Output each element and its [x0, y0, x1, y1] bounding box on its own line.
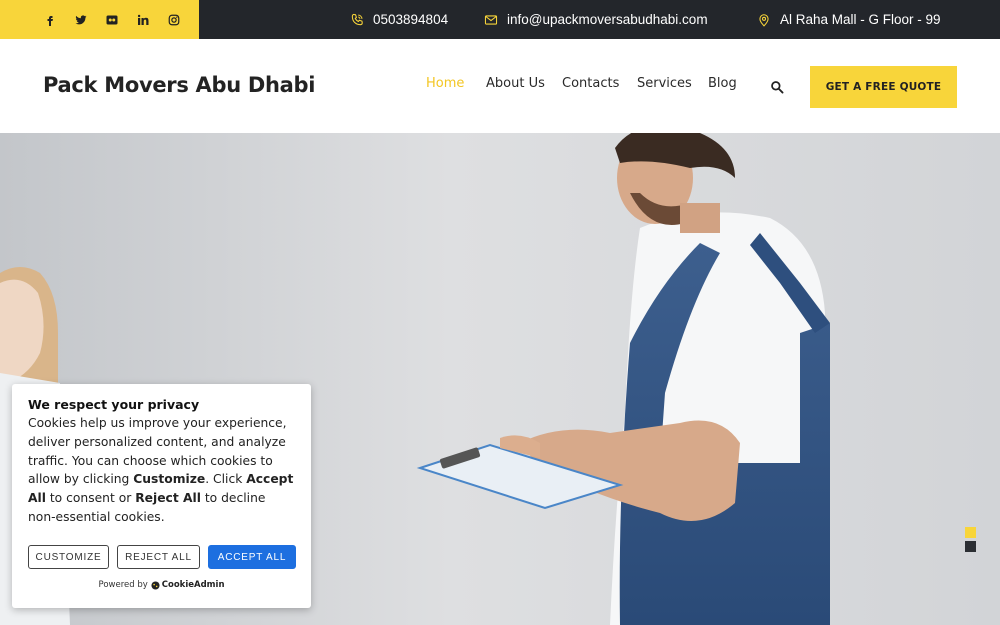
nav-home[interactable]: Home: [426, 76, 464, 91]
brand-name: CookieAdmin: [161, 580, 225, 590]
get-quote-button[interactable]: GET A FREE QUOTE: [810, 66, 957, 108]
social-links: [0, 0, 199, 39]
site-header: Pack Movers Abu Dhabi Home About Us Cont…: [0, 39, 1000, 133]
address-text: Al Raha Mall - G Floor - 99: [780, 12, 941, 27]
facebook-icon[interactable]: [44, 0, 75, 39]
nav-blog[interactable]: Blog: [708, 76, 737, 91]
cookie-text-bold: Reject All: [135, 491, 201, 506]
cookie-buttons: CUSTOMIZE REJECT ALL ACCEPT ALL: [28, 545, 296, 569]
top-bar: 0503894804 info@upackmoversabudhabi.com …: [0, 0, 1000, 39]
cookie-text-part: to consent or: [45, 491, 136, 506]
flickr-icon[interactable]: [106, 0, 137, 39]
instagram-icon[interactable]: [168, 0, 199, 39]
email-contact[interactable]: info@upackmoversabudhabi.com: [484, 0, 708, 39]
cookie-icon: [151, 580, 160, 590]
powered-by: Powered by CookieAdmin: [12, 580, 311, 590]
cookieadmin-logo[interactable]: CookieAdmin: [151, 580, 225, 590]
slider-pagination: [965, 527, 976, 555]
nav-services[interactable]: Services: [637, 76, 692, 91]
location-pin-icon: [759, 13, 769, 27]
linkedin-icon[interactable]: [137, 0, 168, 39]
customize-button[interactable]: CUSTOMIZE: [28, 545, 109, 569]
powered-by-label: Powered by: [98, 580, 148, 590]
cookie-text-bold: Customize: [133, 472, 206, 487]
cookie-title: We respect your privacy: [28, 397, 200, 412]
cookie-message: Cookies help us improve your experience,…: [28, 414, 295, 527]
phone-number: 0503894804: [373, 12, 449, 27]
slide-dot[interactable]: [965, 541, 976, 552]
reject-all-button[interactable]: REJECT ALL: [117, 545, 200, 569]
nav-about-us[interactable]: About Us: [486, 76, 545, 91]
accept-all-button[interactable]: ACCEPT ALL: [208, 545, 296, 569]
slide-dot-active[interactable]: [965, 527, 976, 538]
site-logo[interactable]: Pack Movers Abu Dhabi: [43, 73, 315, 97]
cookie-text-part: . Click: [205, 472, 247, 487]
phone-icon: [351, 13, 363, 25]
address-contact[interactable]: Al Raha Mall - G Floor - 99: [757, 0, 941, 39]
nav-contacts[interactable]: Contacts: [562, 76, 619, 91]
cookie-consent-dialog: We respect your privacy Cookies help us …: [12, 384, 311, 608]
envelope-icon: [484, 14, 498, 25]
email-address: info@upackmoversabudhabi.com: [507, 12, 708, 27]
twitter-icon[interactable]: [75, 0, 106, 39]
search-icon[interactable]: [770, 79, 784, 94]
phone-contact[interactable]: 0503894804: [350, 0, 448, 39]
